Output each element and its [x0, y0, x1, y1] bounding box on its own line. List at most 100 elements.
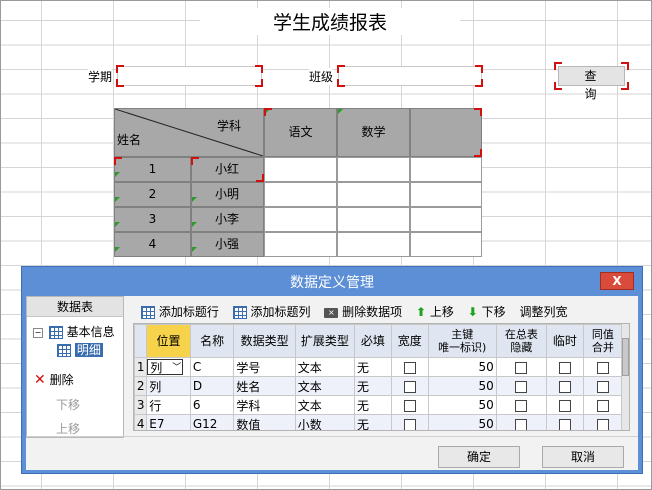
score-cell[interactable] — [337, 207, 410, 232]
delete-table-button[interactable]: ✕ 删除 — [34, 371, 114, 388]
delete-item-button[interactable]: × 删除数据项 — [324, 305, 406, 319]
required-checkbox[interactable] — [403, 380, 416, 393]
score-cell[interactable] — [410, 207, 482, 232]
hide-checkbox-cell[interactable] — [546, 395, 584, 415]
required-checkbox[interactable] — [403, 418, 416, 430]
data-type-cell[interactable]: 文本 — [294, 357, 355, 377]
table-row[interactable]: 1 列 ﹀ C 学号 文本 无 50 — [134, 357, 624, 377]
name-cell[interactable]: D — [189, 376, 235, 396]
hide-checkbox[interactable] — [558, 399, 571, 412]
width-cell[interactable]: 50 — [427, 376, 497, 396]
primary-key-checkbox[interactable] — [515, 399, 528, 412]
col-header-position[interactable]: 位置 — [146, 324, 191, 358]
temporary-checkbox-cell[interactable] — [582, 395, 624, 415]
ext-type-cell[interactable]: 无 — [353, 357, 392, 377]
name-cell[interactable]: C — [189, 357, 235, 377]
grid-vertical-scrollbar[interactable] — [621, 324, 629, 430]
toolbar-move-up-button[interactable]: ⬆ 上移 — [416, 305, 458, 319]
dialog-close-button[interactable]: X — [600, 272, 634, 290]
toolbar-move-down-button[interactable]: ⬇ 下移 — [468, 305, 510, 319]
temporary-checkbox[interactable] — [596, 418, 609, 430]
field-cell[interactable]: 学科 — [233, 395, 296, 415]
required-checkbox-cell[interactable] — [390, 414, 429, 430]
term-input[interactable] — [116, 65, 263, 87]
hide-checkbox-cell[interactable] — [546, 376, 584, 396]
temporary-checkbox[interactable] — [596, 380, 609, 393]
ext-type-cell[interactable]: 无 — [353, 395, 392, 415]
data-type-cell[interactable]: 文本 — [294, 376, 355, 396]
field-cell[interactable]: 姓名 — [233, 376, 296, 396]
required-checkbox[interactable] — [403, 399, 416, 412]
adjust-width-button[interactable]: 调整列宽 — [519, 305, 567, 319]
field-cell[interactable]: 数值 — [233, 414, 296, 430]
position-cell[interactable]: 行 — [146, 395, 191, 415]
tree-collapse-icon[interactable]: − — [33, 327, 43, 338]
required-checkbox-cell[interactable] — [390, 376, 429, 396]
temporary-checkbox-cell[interactable] — [582, 376, 624, 396]
width-cell[interactable]: 50 — [427, 414, 497, 430]
col-header-hide-in-total[interactable]: 在总表 隐藏 — [495, 324, 548, 358]
required-checkbox[interactable] — [403, 361, 416, 374]
field-cell[interactable]: 学号 — [233, 357, 296, 377]
primary-key-checkbox[interactable] — [515, 361, 528, 374]
primary-key-checkbox[interactable] — [515, 380, 528, 393]
add-title-col-button[interactable]: 添加标题列 — [232, 305, 315, 319]
col-header-data-type[interactable]: 数据类型 — [233, 324, 296, 358]
hide-checkbox[interactable] — [558, 418, 571, 430]
cancel-button[interactable]: 取消 — [542, 446, 624, 468]
temporary-checkbox[interactable] — [596, 399, 609, 412]
move-up-table-button[interactable]: 上移 — [56, 420, 80, 437]
score-cell[interactable] — [264, 182, 337, 207]
hide-checkbox[interactable] — [558, 380, 571, 393]
col-header-ext-type[interactable]: 扩展类型 — [294, 324, 355, 358]
class-input[interactable] — [337, 65, 483, 87]
temporary-checkbox-cell[interactable] — [582, 414, 624, 430]
score-cell[interactable] — [264, 232, 337, 257]
hide-checkbox-cell[interactable] — [546, 357, 584, 377]
tree-node-child[interactable]: 明细 — [57, 341, 117, 357]
temporary-checkbox-cell[interactable] — [582, 357, 624, 377]
col-header-temporary[interactable]: 临时 — [546, 324, 584, 358]
primary-key-checkbox-cell[interactable] — [495, 357, 548, 377]
score-cell[interactable] — [410, 232, 482, 257]
width-cell[interactable]: 50 — [427, 395, 497, 415]
move-down-table-button[interactable]: 下移 — [56, 396, 80, 413]
hide-checkbox[interactable] — [558, 361, 571, 374]
ext-type-cell[interactable]: 无 — [353, 414, 392, 430]
scrollbar-thumb[interactable] — [622, 338, 629, 376]
width-cell[interactable]: 50 — [427, 357, 497, 377]
col-header-merge-same[interactable]: 同值 合并 — [582, 324, 624, 358]
name-cell[interactable]: G12 — [189, 414, 235, 430]
table-row[interactable]: 3 行 6 学科 文本 无 50 — [134, 395, 624, 415]
required-checkbox-cell[interactable] — [390, 357, 429, 377]
required-checkbox-cell[interactable] — [390, 395, 429, 415]
col-header-required[interactable]: 必填 — [353, 324, 392, 358]
add-title-row-button[interactable]: 添加标题行 — [141, 305, 223, 319]
score-cell[interactable] — [410, 157, 482, 182]
primary-key-checkbox[interactable] — [515, 418, 528, 430]
score-cell[interactable] — [264, 207, 337, 232]
temporary-checkbox[interactable] — [596, 361, 609, 374]
score-cell[interactable] — [337, 157, 410, 182]
table-row[interactable]: 4 E7 G12 数值 小数 无 50 — [134, 414, 624, 430]
position-cell[interactable]: E7 — [146, 414, 191, 430]
tree-node-root[interactable]: − 基本信息 — [33, 323, 123, 339]
primary-key-checkbox-cell[interactable] — [495, 376, 548, 396]
col-header-name[interactable]: 名称 — [189, 324, 235, 358]
ok-button[interactable]: 确定 — [438, 446, 520, 468]
table-row[interactable]: 2 列 D 姓名 文本 无 50 — [134, 376, 624, 396]
position-dropdown[interactable]: 列 ﹀ — [147, 359, 184, 375]
col-header-width[interactable]: 宽度 — [390, 324, 429, 358]
primary-key-checkbox-cell[interactable] — [495, 395, 548, 415]
score-cell[interactable] — [410, 182, 482, 207]
primary-key-checkbox-cell[interactable] — [495, 414, 548, 430]
ext-type-cell[interactable]: 无 — [353, 376, 392, 396]
data-type-cell[interactable]: 文本 — [294, 395, 355, 415]
position-select[interactable]: 列 ﹀ — [146, 357, 191, 377]
query-button[interactable]: 查询 — [558, 66, 625, 101]
position-cell[interactable]: 列 — [146, 376, 191, 396]
hide-checkbox-cell[interactable] — [546, 414, 584, 430]
score-cell[interactable] — [264, 157, 337, 182]
data-type-cell[interactable]: 小数 — [294, 414, 355, 430]
score-cell[interactable] — [337, 232, 410, 257]
